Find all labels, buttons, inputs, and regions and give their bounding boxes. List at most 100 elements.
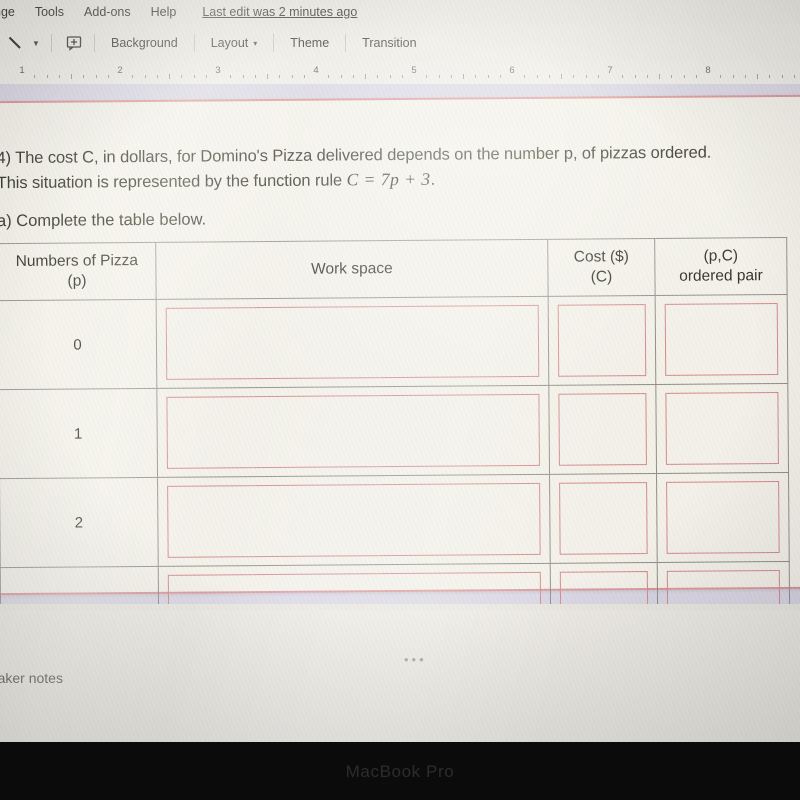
layout-button[interactable]: Layout ▾ bbox=[202, 36, 267, 50]
header-line-1: Cost ($) bbox=[573, 247, 629, 266]
cell-ordered-pair[interactable] bbox=[655, 383, 789, 474]
slide-canvas: 4) The cost C, in dollars, for Domino's … bbox=[0, 84, 800, 604]
answer-box[interactable] bbox=[666, 481, 780, 554]
ruler-tick bbox=[328, 75, 330, 78]
cell-work-space[interactable] bbox=[157, 474, 551, 567]
last-edit-link[interactable]: Last edit was 2 minutes ago bbox=[202, 5, 357, 19]
answer-box[interactable] bbox=[167, 571, 542, 604]
answer-box[interactable] bbox=[666, 570, 781, 604]
speaker-notes-pane[interactable]: peaker notes bbox=[0, 610, 800, 742]
header-line-1: Numbers of Pizza bbox=[15, 251, 139, 270]
ruler-tick bbox=[291, 75, 293, 78]
cell-pizza-count[interactable]: 2 bbox=[0, 477, 159, 568]
menu-item-add-ons[interactable]: Add-ons bbox=[74, 5, 141, 19]
ruler-tick bbox=[34, 75, 36, 78]
ruler-tick bbox=[144, 75, 146, 78]
toolbar-divider bbox=[94, 34, 95, 52]
cell-cost[interactable] bbox=[548, 384, 657, 475]
question-line-2-suffix: . bbox=[430, 171, 436, 190]
ruler-tick bbox=[646, 75, 648, 78]
menu-item-tools[interactable]: Tools bbox=[25, 5, 74, 19]
ruler-tick bbox=[438, 75, 440, 78]
transition-button[interactable]: Transition bbox=[353, 36, 425, 50]
header-work-space: Work space bbox=[155, 239, 549, 300]
cell-pizza-count[interactable]: 5 bbox=[0, 566, 159, 604]
ruler-tick bbox=[475, 75, 477, 78]
background-button[interactable]: Background bbox=[102, 36, 187, 50]
ruler-tick bbox=[499, 75, 501, 78]
answer-box[interactable] bbox=[165, 304, 540, 380]
ruler-tick bbox=[597, 75, 599, 78]
ruler-tick bbox=[781, 75, 783, 78]
cell-work-space[interactable] bbox=[156, 296, 549, 389]
ruler-number: 2 bbox=[117, 65, 123, 76]
ruler-tick bbox=[279, 75, 281, 78]
question-line-2: This situation is represented by the fun… bbox=[0, 164, 792, 196]
table-body: 0125 bbox=[0, 294, 790, 604]
ruler-tick bbox=[230, 75, 232, 78]
cell-cost[interactable] bbox=[549, 473, 658, 564]
ruler-tick bbox=[695, 75, 697, 78]
header-line-2: ordered pair bbox=[679, 267, 763, 285]
ruler-tick bbox=[450, 75, 452, 78]
ruler-tick bbox=[132, 75, 134, 78]
cell-cost[interactable] bbox=[550, 562, 658, 604]
horizontal-ruler[interactable]: 1 2 3 4 5 6 7 8 bbox=[0, 62, 800, 85]
ruler-tick bbox=[389, 75, 391, 78]
answer-box[interactable] bbox=[166, 393, 540, 469]
ruler-number: 4 bbox=[313, 65, 319, 76]
ruler-tick bbox=[205, 75, 207, 78]
toolbar-divider bbox=[51, 34, 52, 52]
notes-drag-handle[interactable]: ••• bbox=[404, 652, 427, 667]
answer-box[interactable] bbox=[559, 482, 648, 555]
layout-chevron-down-icon: ▾ bbox=[253, 38, 258, 48]
cell-work-space[interactable] bbox=[156, 385, 550, 478]
table-row[interactable]: 1 bbox=[0, 383, 789, 479]
theme-button[interactable]: Theme bbox=[281, 36, 338, 50]
toolbar-divider bbox=[193, 34, 195, 52]
header-line-2: (p) bbox=[67, 272, 87, 290]
ruler-number: 3 bbox=[215, 65, 221, 76]
ruler-tick bbox=[193, 75, 195, 78]
line-tool-chevron-down-icon[interactable]: ▼ bbox=[28, 30, 44, 56]
ruler-tick bbox=[757, 74, 758, 79]
line-tool-icon[interactable] bbox=[2, 30, 28, 56]
ruler-tick bbox=[536, 75, 538, 78]
answer-box[interactable] bbox=[167, 482, 541, 558]
table-row[interactable]: 5 bbox=[0, 561, 790, 604]
ruler-tick bbox=[377, 75, 379, 78]
menu-item-help[interactable]: Help bbox=[141, 5, 187, 19]
answer-box[interactable] bbox=[557, 304, 647, 377]
ruler-tick bbox=[683, 75, 685, 78]
cell-cost[interactable] bbox=[548, 295, 656, 386]
table-row[interactable]: 2 bbox=[0, 472, 790, 568]
ruler-tick bbox=[671, 75, 673, 78]
cell-pizza-count[interactable]: 0 bbox=[0, 299, 157, 390]
ruler-tick bbox=[401, 75, 403, 78]
speaker-notes-placeholder[interactable]: peaker notes bbox=[0, 670, 63, 686]
pizza-cost-table[interactable]: Numbers of Pizza (p) Work space Cost ($)… bbox=[0, 236, 791, 604]
cell-pizza-count[interactable]: 1 bbox=[0, 388, 158, 479]
table-row[interactable]: 0 bbox=[0, 294, 788, 390]
question-line-2-prefix: This situation is represented by the fun… bbox=[0, 171, 347, 193]
cell-ordered-pair[interactable] bbox=[656, 472, 790, 563]
ruler-tick bbox=[340, 75, 342, 78]
ruler-tick bbox=[561, 74, 562, 79]
ruler-tick bbox=[95, 75, 97, 78]
cell-work-space[interactable] bbox=[158, 563, 551, 604]
cell-ordered-pair[interactable] bbox=[655, 294, 788, 385]
ruler-tick bbox=[365, 74, 366, 79]
menu-item-arrange[interactable]: nge bbox=[0, 5, 25, 19]
answer-box[interactable] bbox=[664, 303, 779, 376]
answer-box[interactable] bbox=[665, 392, 779, 465]
ruler-tick bbox=[573, 75, 575, 78]
ruler-number: 1 bbox=[19, 65, 25, 76]
ruler-number: 6 bbox=[509, 65, 515, 76]
slide[interactable]: 4) The cost C, in dollars, for Domino's … bbox=[0, 94, 800, 604]
toolbar: ▼ Background Layout ▾ Theme Transition bbox=[0, 24, 800, 63]
cell-ordered-pair[interactable] bbox=[657, 561, 790, 604]
add-comment-icon[interactable] bbox=[61, 30, 87, 56]
header-cost: Cost ($) (C) bbox=[547, 238, 656, 297]
answer-box[interactable] bbox=[558, 393, 647, 466]
answer-box[interactable] bbox=[559, 571, 649, 604]
